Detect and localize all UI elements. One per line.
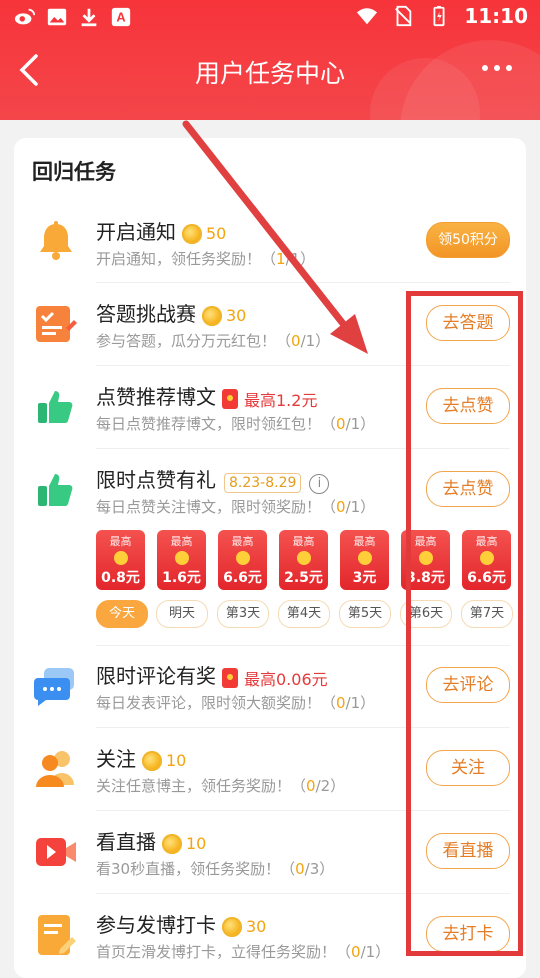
task-name: 点赞推荐博文 [96,385,216,409]
coin-icon [222,916,242,937]
task-desc: 参与答题，瓜分万元红包！（ [96,332,292,350]
task-count: 0 [291,332,301,350]
comment-icon [34,668,74,706]
task-total: /1） [345,498,376,516]
task-count: 0 [306,777,316,795]
task-desc: 看30秒直播，领任务奖励！（ [96,860,296,878]
day-tab[interactable]: 明天 [156,600,208,628]
download-icon [81,8,97,27]
bell-icon [40,221,72,260]
task-total: /1） [345,694,376,712]
task-count: 0 [351,943,361,961]
status-time: 11:10 [464,4,528,28]
reward-envelope: 最高 1.6元 [157,530,206,590]
task-count: 1 [276,250,286,268]
thumbs-up-icon [38,391,73,423]
svg-text:A: A [116,10,125,25]
reward-envelope: 最高 3元 [340,530,389,590]
task-reward: 50 [206,224,227,243]
coin-icon [202,305,222,326]
task-name: 看直播 [96,830,156,854]
task-desc: 开启通知，领任务奖励！（ [96,250,277,268]
claim-points-button[interactable]: 领50积分 [426,222,510,258]
task-desc: 每日点赞关注博文，限时领奖励！（ [96,498,337,516]
day-tab[interactable]: 第3天 [217,600,269,628]
thumbs-up-icon [38,474,73,506]
no-sim-icon [395,5,412,27]
divider [96,282,510,283]
task-total: /1） [360,943,391,961]
app-store-icon: A [111,7,131,27]
task-count: 0 [336,694,346,712]
post-edit-icon [38,915,76,955]
red-envelope-icon [222,388,238,409]
gallery-icon [47,8,67,26]
task-total: /1） [285,250,316,268]
header-bar: A 11:10 用户任务中心 [0,0,540,120]
red-envelope-icon [222,667,238,688]
reward-envelope: 最高 2.5元 [279,530,328,590]
task-desc: 每日发表评论，限时领大额奖励！（ [96,694,337,712]
task-name: 关注 [96,747,136,771]
task-desc: 每日点赞推荐博文，限时领红包！（ [96,415,337,433]
coin-icon [182,223,202,244]
reward-envelope: 最高 6.6元 [218,530,267,590]
task-count: 0 [336,415,346,433]
users-icon [36,751,74,787]
reward-envelope: 最高 0.8元 [96,530,145,590]
task-name: 开启通知 [96,220,176,244]
nav-bar: 用户任务中心 [0,40,540,100]
coin-icon [162,833,182,854]
task-reward: 30 [246,917,267,936]
task-name: 参与发博打卡 [96,913,216,937]
task-reward: 最高0.06元 [244,669,328,689]
task-item-notification: 开启通知 50 开启通知，领任务奖励！（1/1） 领50积分 [32,218,510,278]
quiz-icon [36,306,77,342]
status-bar: A 11:10 [0,0,540,36]
page-title: 用户任务中心 [194,59,345,88]
coin-icon [142,750,162,771]
weibo-icon [14,8,36,25]
task-reward: 10 [186,834,207,853]
day-tab[interactable]: 第5天 [339,600,391,628]
battery-charging-icon [433,5,445,27]
task-count: 0 [336,498,346,516]
task-reward: 30 [226,306,247,325]
info-icon[interactable]: i [309,474,330,494]
video-icon [36,838,76,866]
section-title: 回归任务 [32,160,116,184]
task-name: 答题挑战赛 [96,302,196,326]
wifi-icon [357,8,378,25]
task-total: /2） [315,777,346,795]
task-name: 限时点赞有礼 [96,468,216,492]
task-name: 限时评论有奖 [96,664,216,688]
more-icon[interactable] [482,56,518,80]
date-range-tag: 8.23-8.29 [224,473,302,493]
task-count: 0 [295,860,305,878]
task-reward: 最高1.2元 [244,390,318,410]
task-reward: 10 [166,751,187,770]
annotation-highlight-box [406,291,523,956]
day-tab[interactable]: 今天 [96,600,148,628]
task-desc: 关注任意博主，领任务奖励！（ [96,777,307,795]
day-tab[interactable]: 第4天 [278,600,330,628]
task-total: /3） [304,860,335,878]
task-total: /1） [345,415,376,433]
task-desc: 首页左滑发博打卡，立得任务奖励！（ [96,943,352,961]
task-total: /1） [300,332,331,350]
